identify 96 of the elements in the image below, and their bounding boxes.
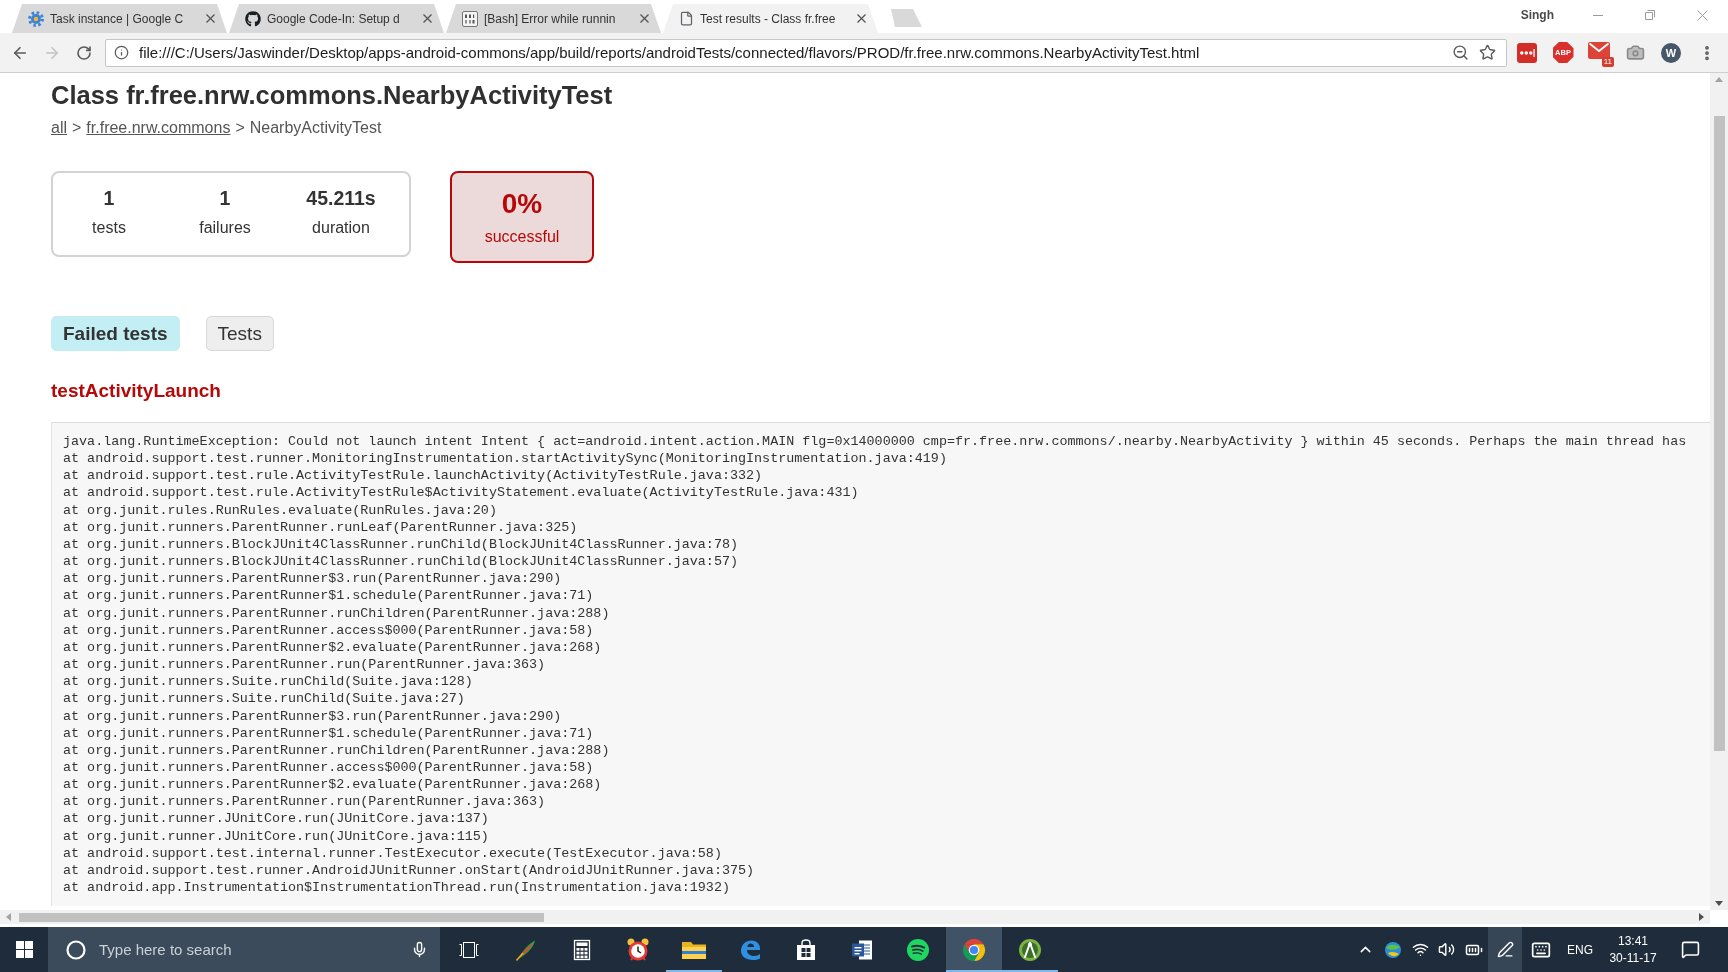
scroll-down-icon[interactable] (1715, 901, 1723, 906)
stack-trace-line: at org.junit.runners.Suite.runChild(Suite.java:27) (63, 690, 465, 708)
close-icon[interactable] (640, 14, 649, 23)
browser-tab[interactable]: Task instance | Google C (12, 4, 227, 33)
counter-value: 1 (219, 186, 231, 210)
stack-trace-line: at org.junit.runners.ParentRunner$1.schedule(ParentRunner.java:71) (63, 587, 594, 605)
close-icon[interactable] (857, 14, 866, 23)
close-icon[interactable] (423, 14, 432, 23)
stack-trace-line: java.lang.RuntimeException: Could not launch intent Intent { act=android.intent.action.MAIN flg=0x14000000 cmp=fr.free.nrw.commons/.nearby.NearbyActivity } within 45 seconds. Perhaps the main thread has (63, 433, 1687, 451)
clock-date[interactable]: 30-11-17 (1609, 951, 1657, 965)
page-title: Class fr.free.nrw.commons.NearbyActivityTest (51, 80, 613, 110)
stack-trace-line: at org.junit.runners.ParentRunner$3.run(ParentRunner.java:290) (63, 570, 562, 588)
volume-icon[interactable] (1438, 941, 1455, 958)
stack-trace-line: at org.junit.runner.JUnitCore.run(JUnitCore.java:115) (63, 827, 489, 845)
counter-label: failures (199, 218, 251, 238)
task-view-icon[interactable] (459, 941, 479, 958)
stack-trace-line: at android.support.test.rule.ActivityTestRule$ActivityStatement.evaluate(ActivityTestRule.java:431) (63, 484, 859, 502)
stack-trace-line: at org.junit.runners.ParentRunner$2.evaluate(ParentRunner.java:268) (63, 776, 602, 794)
language-indicator[interactable]: ENG (1567, 942, 1593, 957)
breadcrumb-separator: > (235, 118, 245, 138)
stack-trace-line: at org.junit.runners.ParentRunner$3.run(ParentRunner.java:290) (63, 707, 562, 725)
success-rate-label: successful (484, 227, 560, 247)
zoom-out-icon[interactable] (1452, 44, 1469, 61)
browser-tab[interactable]: Test results - Class fr.free (663, 4, 878, 33)
pen-workspace-button[interactable] (1488, 927, 1522, 972)
compass-logo-icon (1018, 937, 1042, 962)
address-field[interactable]: file:///C:/Users/Jaswinder/Desktop/apps-android-commons/app/build/reports/androidTests/connected/flavors/PROD/fr.free.nrw.commons.NearbyActivityTest.html (105, 38, 1507, 67)
stack-trace-line: at org.junit.runners.ParentRunner$1.schedule(ParentRunner.java:71) (63, 724, 594, 742)
stack-trace-line: at org.junit.runners.ParentRunner.runChildren(ParentRunner.java:288) (63, 604, 610, 622)
dots-tile-icon[interactable] (1517, 42, 1537, 63)
extension-button[interactable]: W (1661, 42, 1681, 63)
browser-tab[interactable]: [Bash] Error while runnin (446, 4, 661, 33)
close-icon[interactable] (1696, 9, 1708, 21)
horizontal-scrollbar[interactable] (0, 910, 1710, 924)
stack-trace-line: at org.junit.runners.ParentRunner.runChildren(ParentRunner.java:288) (63, 741, 610, 759)
pen-icon (1496, 941, 1514, 958)
stack-trace-line: at org.junit.runners.BlockJUnit4ClassRunner.runChild(BlockJUnit4ClassRunner.java:57) (63, 553, 738, 571)
stack-trace-line: at org.junit.runners.ParentRunner.run(ParentRunner.java:363) (63, 656, 546, 674)
search-bar[interactable]: Type here to search (48, 927, 440, 972)
stack-trace-line: at android.app.Instrumentation$InstrumentationThread.run(Instrumentation.java:1932) (63, 879, 730, 897)
binary-grid-icon (462, 10, 478, 27)
stack-trace-line: at org.junit.runners.ParentRunner.run(ParentRunner.java:363) (63, 793, 546, 811)
clock-time[interactable]: 13:41 (1618, 934, 1648, 948)
stack-trace-line: at org.junit.runner.JUnitCore.run(JUnitCore.java:137) (63, 810, 489, 828)
ring-icon (66, 939, 86, 960)
notification-badge: 11 (1601, 56, 1614, 67)
page-icon (679, 11, 694, 26)
breadcrumb-current: NearbyActivityTest (249, 118, 382, 138)
star-icon[interactable] (1479, 44, 1496, 61)
search-field[interactable]: Type here to search (99, 937, 398, 962)
gear-icon (28, 10, 44, 27)
notifications-icon[interactable] (1680, 940, 1700, 959)
stack-trace-line: at android.support.test.internal.runner.TestExecutor.execute(TestExecutor.java:58) (63, 844, 722, 862)
stack-trace-line: at org.junit.rules.RunRules.evaluate(RunRules.java:20) (63, 501, 497, 519)
camera-icon[interactable] (1625, 43, 1645, 62)
shopping-bag-icon (794, 937, 818, 962)
results-tab[interactable]: Tests (205, 316, 274, 351)
sound-waves-icon (906, 937, 930, 962)
scroll-right-icon[interactable] (1699, 913, 1704, 921)
minimize-icon[interactable] (1593, 14, 1603, 16)
close-icon[interactable] (206, 14, 215, 23)
stack-trace-line: at org.junit.runners.Suite.runChild(Suite.java:128) (63, 673, 473, 691)
restore-icon[interactable] (1645, 10, 1655, 20)
breadcrumb-link[interactable]: all (51, 118, 67, 138)
globe-icon[interactable] (1384, 940, 1402, 959)
windows-logo-icon[interactable] (15, 941, 33, 958)
mic-icon[interactable] (411, 941, 428, 958)
test-name: testActivityLaunch (51, 379, 221, 403)
stack-trace-line: at org.junit.runners.ParentRunner.access$000(ParentRunner.java:58) (63, 758, 594, 777)
stack-trace-line: at org.junit.runners.ParentRunner.access$000(ParentRunner.java:58) (63, 621, 594, 639)
counter-label: duration (312, 218, 370, 238)
envelope-icon[interactable] (1588, 41, 1610, 59)
cat-logo-icon (245, 10, 261, 27)
stack-trace-line: at org.junit.runners.ParentRunner$2.evaluate(ParentRunner.java:268) (63, 638, 602, 657)
stack-trace-line: at android.support.test.rule.ActivityTestRule.launchActivity(ActivityTestRule.java:332) (63, 467, 763, 485)
scrollbar-thumb[interactable] (19, 912, 544, 922)
breadcrumb-separator: > (72, 118, 82, 138)
alarm-clock-icon (625, 936, 651, 963)
stack-trace-line: at android.support.test.runner.AndroidJUnitRunner.onStart(AndroidJUnitRunner.java:375) (63, 861, 755, 880)
stack-trace-line: at android.support.test.runner.MonitoringInstrumentation.startActivitySync(MonitoringInstrumentation.java:419) (63, 450, 947, 468)
scrollbar-thumb[interactable] (1713, 116, 1725, 751)
breadcrumb-link[interactable]: fr.free.nrw.commons (86, 118, 231, 138)
counter-value: 45.211s (306, 186, 376, 210)
info-icon[interactable] (114, 45, 129, 60)
reload-icon[interactable] (76, 44, 92, 61)
success-rate-value: 0% (501, 188, 543, 220)
wifi-icon[interactable] (1412, 941, 1429, 958)
stack-trace-line: at org.junit.runners.ParentRunner.runLeaf(ParentRunner.java:325) (63, 518, 578, 536)
stack-trace-line: at org.junit.runners.BlockJUnit4ClassRunner.runChild(BlockJUnit4ClassRunner.java:78) (63, 535, 738, 554)
counter-value: 1 (103, 186, 115, 210)
browser-tab[interactable]: Google Code-In: Setup d (229, 4, 444, 33)
profile-name[interactable]: Singh (1520, 0, 1554, 30)
counter-label: tests (92, 218, 126, 238)
vertical-scrollbar[interactable] (1710, 73, 1728, 910)
results-tab[interactable]: Failed tests (51, 316, 180, 351)
browser-logo-icon (962, 937, 986, 962)
